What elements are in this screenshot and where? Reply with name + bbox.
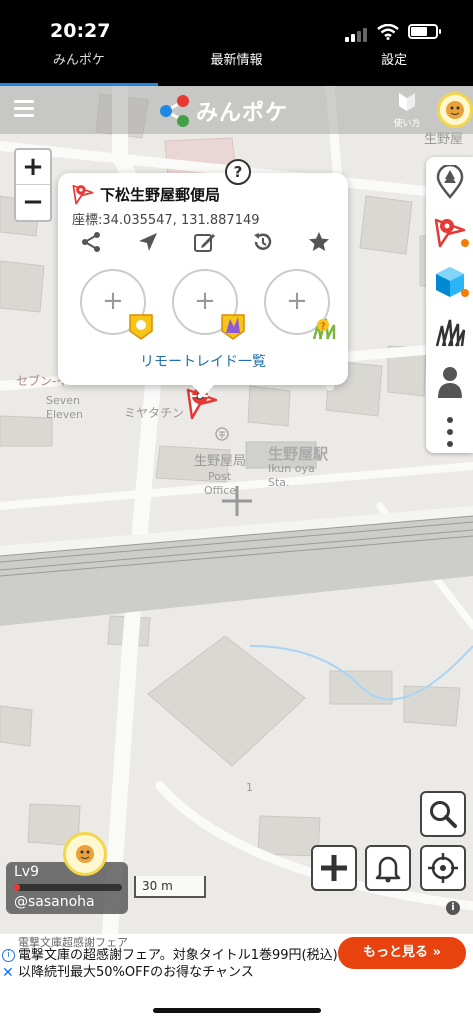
more-vertical-icon <box>446 417 453 447</box>
filter-gym[interactable] <box>426 257 473 307</box>
player-level: Lv9 <box>14 864 39 880</box>
app-header: みんポケ 使い方 <box>0 86 473 134</box>
tab-settings[interactable]: 設定 <box>315 44 473 86</box>
raid-slot-3[interactable]: + ? <box>264 269 336 340</box>
poi-popup: ? 下松生野屋郵便局 座標:34.035547, 131.887149 + + … <box>58 159 348 397</box>
chevron-right-icon: » <box>432 945 441 960</box>
map-label-station-en2: Sta. <box>268 476 290 489</box>
add-symbol: + <box>286 286 308 316</box>
battery-icon <box>408 24 441 39</box>
person-icon <box>437 367 462 398</box>
edit-icon[interactable] <box>193 231 217 253</box>
crosshair-location-icon <box>428 853 458 883</box>
filter-location[interactable] <box>426 157 473 207</box>
map-scale: 30 m <box>134 876 206 898</box>
map-label-post-en1: Post <box>208 470 232 483</box>
plus-icon <box>321 855 347 881</box>
zoom-controls: + − <box>14 148 52 222</box>
exp-bar <box>14 884 122 891</box>
map-label-station-en1: Ikun oya <box>268 462 315 475</box>
post-office-icon <box>215 427 229 441</box>
popup-header: 下松生野屋郵便局 <box>72 183 220 205</box>
map-center-crosshair-icon <box>222 486 252 516</box>
tab-minpoke[interactable]: みんポケ <box>0 44 158 86</box>
map-label-post-jp: 生野屋局 <box>194 454 247 469</box>
favorite-star-icon[interactable] <box>308 231 330 253</box>
top-tab-bar: みんポケ 最新情報 設定 <box>0 44 473 86</box>
trainer-avatar-icon[interactable] <box>437 92 473 128</box>
map-label-1: 1 <box>246 781 253 794</box>
gym-badge-yellow-icon <box>129 314 153 340</box>
search-icon <box>430 801 457 828</box>
pokestop-icon <box>72 184 94 205</box>
history-icon[interactable] <box>252 231 274 253</box>
current-location-button[interactable] <box>420 845 466 891</box>
zoom-out-button[interactable]: − <box>16 185 50 220</box>
zoom-in-button[interactable]: + <box>16 150 50 185</box>
howto-button[interactable]: 使い方 <box>392 91 422 129</box>
ad-cta-button[interactable]: もっと見る » <box>338 937 466 969</box>
signal-icon <box>345 28 367 42</box>
player-handle: @sasanoha <box>14 894 95 910</box>
filter-active-dot <box>461 289 469 297</box>
filter-active-dot <box>461 239 469 247</box>
navigate-arrow-icon[interactable] <box>137 231 159 253</box>
tree-location-pin-icon <box>436 165 463 199</box>
map-label-miyatake: ミヤタチン <box>124 406 185 420</box>
tab-news[interactable]: 最新情報 <box>158 44 316 86</box>
filter-person[interactable] <box>426 357 473 407</box>
map-label-seven-en2: Eleven <box>46 408 84 421</box>
add-button[interactable] <box>311 845 357 891</box>
help-button[interactable]: ? <box>225 159 251 185</box>
search-button[interactable] <box>420 791 466 837</box>
grass-badge-question-icon: ? <box>312 318 336 340</box>
raid-slot-2[interactable]: + <box>172 269 245 340</box>
map-label-seven-en1: Seven <box>46 394 80 407</box>
remote-raid-list-link[interactable]: リモートレイド一覧 <box>58 351 348 371</box>
ad-info-icon[interactable]: i <box>2 949 15 962</box>
logo-text: みんポケ <box>196 101 289 126</box>
grass-icon <box>435 319 465 347</box>
beginner-mark-icon <box>399 93 415 111</box>
status-time: 20:27 <box>50 20 111 42</box>
bell-icon <box>375 856 401 883</box>
notification-button[interactable] <box>365 845 411 891</box>
map-info-icon[interactable]: i <box>446 901 460 915</box>
ad-cta-label: もっと見る <box>363 945 429 960</box>
wifi-icon <box>377 24 399 40</box>
app-logo: みんポケ <box>158 94 288 128</box>
map-filter-panel <box>426 157 473 453</box>
add-symbol: + <box>102 286 124 316</box>
popup-actions <box>80 231 330 253</box>
hamburger-menu-icon[interactable] <box>14 100 34 121</box>
add-symbol: + <box>194 286 216 316</box>
poi-coordinates: 座標:34.035547, 131.887149 <box>72 213 260 228</box>
raid-slot-1[interactable]: + <box>80 269 153 340</box>
home-indicator <box>153 1008 321 1013</box>
ad-close-icon[interactable]: ✕ <box>2 965 14 981</box>
player-info[interactable]: Lv9 @sasanoha <box>6 862 128 914</box>
more-options[interactable] <box>426 407 473 457</box>
player-avatar-icon[interactable] <box>63 832 107 876</box>
share-network-logo-icon <box>160 95 189 127</box>
filter-pokestop[interactable] <box>426 207 473 257</box>
svg-text:?: ? <box>321 322 326 332</box>
poi-title: 下松生野屋郵便局 <box>100 185 221 204</box>
howto-label: 使い方 <box>393 119 421 129</box>
status-bar: 20:27 <box>0 0 473 44</box>
map-label-station-jp: 生野屋駅 <box>268 445 329 463</box>
gym-badge-purple-icon <box>221 314 245 340</box>
raid-slots: + + + ? <box>80 269 336 340</box>
ad-banner[interactable]: i ✕ 電撃文庫超感謝フェア 電撃文庫の超感謝フェア。対象タイトル1巻99円(税… <box>0 934 473 984</box>
filter-grass[interactable] <box>426 307 473 357</box>
ad-text: 電撃文庫の超感謝フェア。対象タイトル1巻99円(税込)以降続刊最大50%OFFの… <box>18 948 338 980</box>
share-icon[interactable] <box>80 231 102 253</box>
